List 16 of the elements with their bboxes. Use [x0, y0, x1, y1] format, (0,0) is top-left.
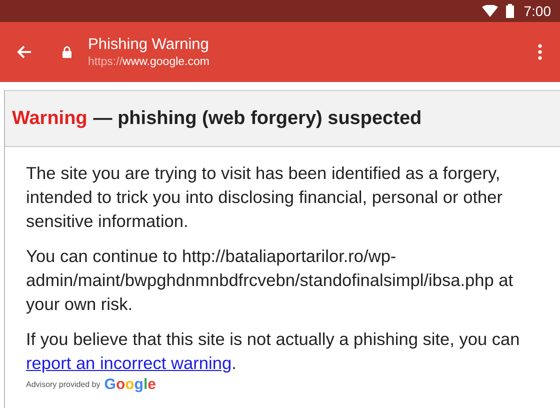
wifi-icon — [482, 5, 498, 17]
paragraph: You can continue to http://bataliaportarilor.ro/wp-admin/maint/bwpghdnmnbdfrcvebn/standofinalsimpl/ibsa.php at your own risk. — [26, 245, 514, 316]
more-options-icon[interactable] — [538, 44, 542, 60]
advisory-text: Advisory provided by — [26, 380, 100, 389]
page-url: https://www.google.com — [88, 56, 210, 68]
report-link[interactable]: report an incorrect warning — [26, 353, 232, 373]
heading-text: — phishing (web forgery) suspected — [93, 108, 422, 130]
lock-icon — [62, 46, 72, 58]
paragraph: If you believe that this site is not actually a phishing site, you can report an incorrect warning. — [26, 328, 521, 375]
google-logo: Google — [104, 376, 156, 393]
paragraph: The site you are trying to visit has been identified as a forgery, intended to trick you into disclosing financial, personal or other sensitive information. — [26, 162, 504, 233]
warning-label: Warning — [12, 108, 88, 130]
battery-icon — [506, 4, 514, 18]
back-arrow-icon[interactable] — [16, 44, 32, 60]
clock-time: 7:00 — [524, 3, 551, 19]
page-title: Phishing Warning — [88, 36, 210, 54]
